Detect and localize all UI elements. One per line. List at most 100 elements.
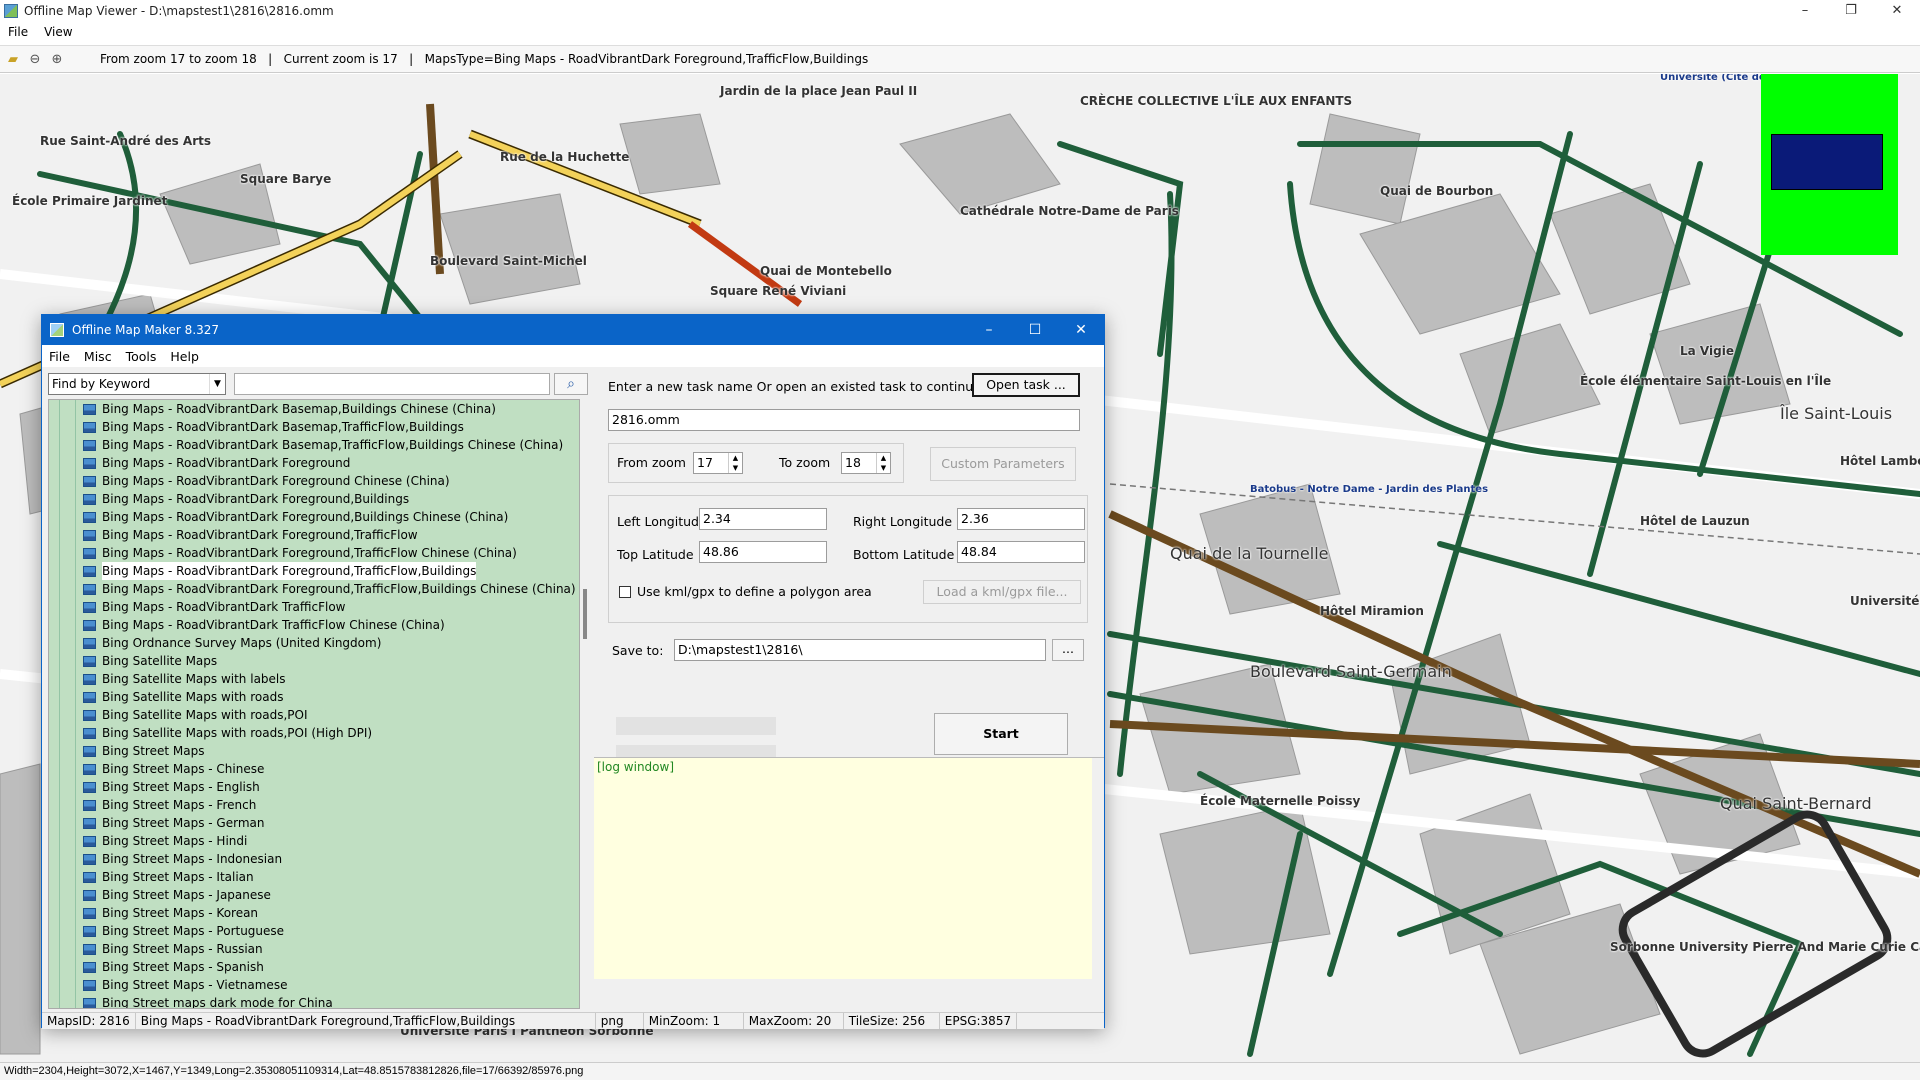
close-icon[interactable]: ✕ xyxy=(1874,0,1920,22)
list-item[interactable]: Bing Street Maps - English xyxy=(83,778,576,796)
list-item[interactable]: Bing Street Maps - Chinese xyxy=(83,760,576,778)
menu-tools[interactable]: Tools xyxy=(119,349,164,364)
maximize-icon[interactable]: ☐ xyxy=(1012,315,1058,345)
chevron-down-icon[interactable]: ▼ xyxy=(209,374,225,394)
to-zoom-label: To zoom xyxy=(779,455,831,470)
list-item[interactable]: Bing Maps - RoadVibrantDark Basemap,Buil… xyxy=(83,400,576,418)
list-item-label: Bing Street Maps - Hindi xyxy=(102,834,248,848)
list-item-label: Bing Satellite Maps with labels xyxy=(102,672,286,686)
list-item[interactable]: Bing Street Maps - German xyxy=(83,814,576,832)
list-item[interactable]: Bing Maps - RoadVibrantDark Foreground,B… xyxy=(83,490,576,508)
list-item[interactable]: Bing Satellite Maps with roads xyxy=(83,688,576,706)
overview-viewport[interactable] xyxy=(1771,134,1883,190)
list-item[interactable]: Bing Maps - RoadVibrantDark Foreground,T… xyxy=(83,562,576,580)
task-name-field[interactable]: 2816.omm xyxy=(608,409,1080,431)
list-item[interactable]: Bing Street Maps - Indonesian xyxy=(83,850,576,868)
list-item-label: Bing Street Maps - Korean xyxy=(102,906,259,920)
app-icon xyxy=(4,4,18,18)
list-item[interactable]: Bing Street Maps - Korean xyxy=(83,904,576,922)
list-item[interactable]: Bing Satellite Maps with labels xyxy=(83,670,576,688)
search-input[interactable] xyxy=(234,373,550,395)
zoom-in-icon[interactable]: ⊕ xyxy=(48,50,66,68)
list-item[interactable]: Bing Street Maps - Hindi xyxy=(83,832,576,850)
left-longitude-label: Left Longitude xyxy=(617,514,707,529)
overview-minimap[interactable] xyxy=(1761,74,1898,255)
list-item[interactable]: Bing Maps - RoadVibrantDark Foreground,T… xyxy=(83,526,576,544)
bottom-latitude-field[interactable]: 48.84 xyxy=(957,541,1085,563)
list-scrollbar[interactable] xyxy=(580,399,590,1009)
browse-button[interactable]: ... xyxy=(1052,639,1084,661)
list-item-label: Bing Maps - RoadVibrantDark Foreground,B… xyxy=(102,510,509,524)
list-item[interactable]: Bing Street Maps xyxy=(83,742,576,760)
list-item[interactable]: Bing Maps - RoadVibrantDark Foreground,B… xyxy=(83,508,576,526)
maps-name-status: Bing Maps - RoadVibrantDark Foreground,T… xyxy=(136,1013,596,1029)
log-window[interactable]: [log window] xyxy=(594,757,1104,980)
map-type-icon xyxy=(83,745,96,757)
start-button[interactable]: Start xyxy=(934,713,1068,755)
list-item[interactable]: Bing Street Maps - Russian xyxy=(83,940,576,958)
stepper-arrows-icon[interactable]: ▲ ▼ xyxy=(876,453,890,473)
custom-parameters-button[interactable]: Custom Parameters xyxy=(930,447,1076,481)
scrollbar-thumb[interactable] xyxy=(583,589,587,639)
left-longitude-field[interactable]: 2.34 xyxy=(699,508,827,530)
log-scrollbar[interactable] xyxy=(1092,758,1104,980)
list-item[interactable]: Bing Street Maps - Italian xyxy=(83,868,576,886)
list-item[interactable]: Bing Maps - RoadVibrantDark Foreground,T… xyxy=(83,544,576,562)
maps-type-list[interactable]: Bing Maps - RoadVibrantDark Basemap,Buil… xyxy=(48,399,580,1009)
list-item[interactable]: Bing Satellite Maps with roads,POI xyxy=(83,706,576,724)
top-latitude-field[interactable]: 48.86 xyxy=(699,541,827,563)
list-item[interactable]: Bing Satellite Maps xyxy=(83,652,576,670)
search-icon[interactable]: ⌕ xyxy=(554,373,588,395)
list-item-label: Bing Satellite Maps with roads,POI xyxy=(102,708,308,722)
to-zoom-stepper[interactable]: 18 ▲ ▼ xyxy=(841,452,891,474)
list-item[interactable]: Bing Maps - RoadVibrantDark Basemap,Traf… xyxy=(83,436,576,454)
save-to-field[interactable]: D:\mapstest1\2816\ xyxy=(674,639,1046,661)
menu-view[interactable]: View xyxy=(36,25,80,39)
list-item[interactable]: Bing Street Maps - Portuguese xyxy=(83,922,576,940)
minimize-icon[interactable]: – xyxy=(966,315,1012,345)
map-label: Quai de la Tournelle xyxy=(1170,544,1329,563)
map-label: Rue Saint-André des Arts xyxy=(40,134,211,148)
map-label: CRÈCHE COLLECTIVE L'ÎLE AUX ENFANTS xyxy=(1080,94,1353,108)
list-item[interactable]: Bing Maps - RoadVibrantDark TrafficFlow … xyxy=(83,616,576,634)
minimize-icon[interactable]: – xyxy=(1782,0,1828,22)
list-item[interactable]: Bing Maps - RoadVibrantDark Foreground xyxy=(83,454,576,472)
kml-polygon-checkbox[interactable] xyxy=(619,586,631,598)
open-folder-icon[interactable]: ▰ xyxy=(4,50,22,68)
list-item[interactable]: Bing Street maps dark mode for China xyxy=(83,994,576,1009)
progress-bar-1 xyxy=(616,717,776,735)
list-item[interactable]: Bing Satellite Maps with roads,POI (High… xyxy=(83,724,576,742)
list-item-label: Bing Street maps dark mode for China xyxy=(102,996,333,1009)
map-label: Hôtel de Lauzun xyxy=(1640,514,1750,528)
list-item[interactable]: Bing Street Maps - French xyxy=(83,796,576,814)
right-longitude-field[interactable]: 2.36 xyxy=(957,508,1085,530)
zoom-group: From zoom 17 ▲ ▼ To zoom 18 ▲ ▼ xyxy=(608,443,904,483)
list-item[interactable]: Bing Maps - RoadVibrantDark Foreground,T… xyxy=(83,580,576,598)
list-item-label: Bing Maps - RoadVibrantDark Basemap,Buil… xyxy=(102,402,496,416)
save-to-label: Save to: xyxy=(612,643,664,658)
from-zoom-stepper[interactable]: 17 ▲ ▼ xyxy=(693,452,743,474)
menu-file[interactable]: File xyxy=(0,25,36,39)
list-item[interactable]: Bing Street Maps - Vietnamese xyxy=(83,976,576,994)
list-item[interactable]: Bing Street Maps - Japanese xyxy=(83,886,576,904)
close-icon[interactable]: ✕ xyxy=(1058,315,1104,345)
open-task-button[interactable]: Open task ... xyxy=(972,373,1080,397)
list-item[interactable]: Bing Maps - RoadVibrantDark Basemap,Traf… xyxy=(83,418,576,436)
find-mode-select[interactable]: Find by Keyword ▼ xyxy=(48,373,226,395)
menu-misc[interactable]: Misc xyxy=(77,349,119,364)
list-item-label: Bing Street Maps xyxy=(102,744,205,758)
menu-help[interactable]: Help xyxy=(163,349,206,364)
map-type-icon xyxy=(83,943,96,955)
list-item[interactable]: Bing Maps - RoadVibrantDark Foreground C… xyxy=(83,472,576,490)
list-item[interactable]: Bing Ordnance Survey Maps (United Kingdo… xyxy=(83,634,576,652)
load-kml-button[interactable]: Load a kml/gpx file... xyxy=(923,580,1081,604)
dialog-title: Offline Map Maker 8.327 xyxy=(72,323,220,337)
maximize-icon[interactable]: ❐ xyxy=(1828,0,1874,22)
map-type-icon xyxy=(83,853,96,865)
stepper-arrows-icon[interactable]: ▲ ▼ xyxy=(728,453,742,473)
map-label: La Vigie xyxy=(1680,344,1734,358)
list-item[interactable]: Bing Maps - RoadVibrantDark TrafficFlow xyxy=(83,598,576,616)
zoom-out-icon[interactable]: ⊖ xyxy=(26,50,44,68)
list-item[interactable]: Bing Street Maps - Spanish xyxy=(83,958,576,976)
menu-file[interactable]: File xyxy=(42,349,77,364)
